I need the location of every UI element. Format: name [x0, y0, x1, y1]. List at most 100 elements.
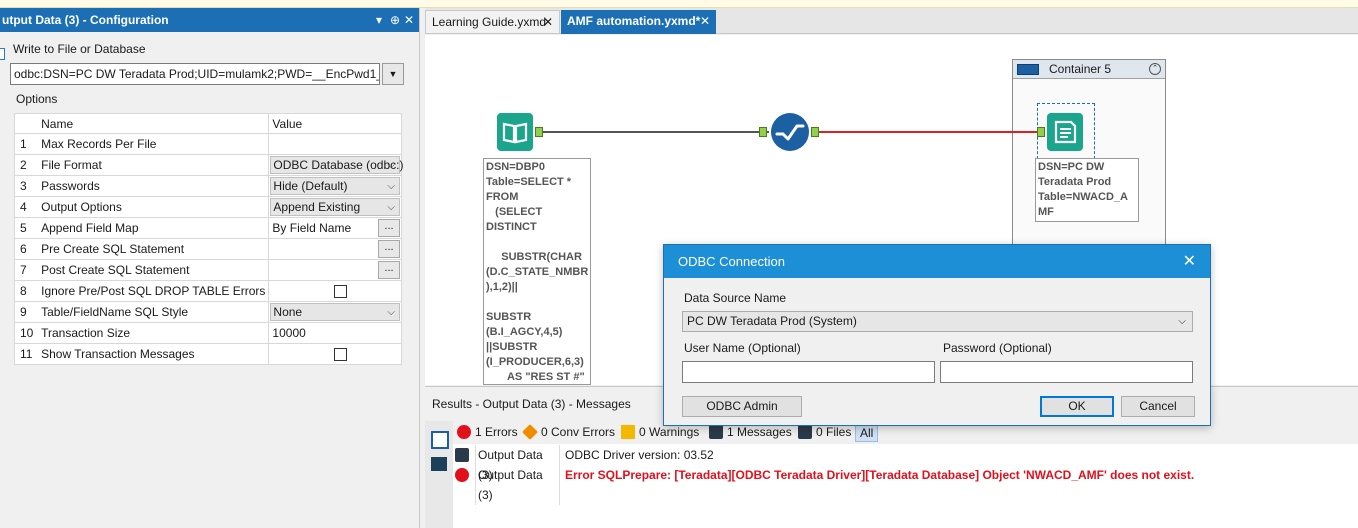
header-num [14, 113, 39, 134]
post-create-sql-cell: ... [268, 259, 402, 281]
row-num: 6 [14, 238, 39, 260]
close-icon[interactable]: ✕ [543, 11, 553, 33]
input-data-tool[interactable] [497, 113, 533, 151]
message-row[interactable]: Output Data (3) ODBC Driver version: 03.… [453, 445, 1358, 485]
message-icon [709, 425, 723, 439]
dialog-title: ODBC Connection [678, 254, 785, 269]
file-format-select[interactable]: ODBC Database (odbc:) ⌵ [270, 156, 403, 174]
append-field-map-value: By Field Name [272, 221, 352, 235]
odbc-admin-button[interactable]: ODBC Admin [682, 396, 802, 417]
passwords-value: Hide (Default) [273, 179, 348, 193]
option-row-passwords[interactable]: 3 Passwords Hide (Default) ⌵ [14, 175, 402, 197]
container-toggle-icon[interactable] [1017, 64, 1039, 75]
tab-learning-guide[interactable]: Learning Guide.yxmd ✕ [425, 10, 560, 34]
output-options-value: Append Existing [273, 200, 361, 214]
close-icon[interactable]: ✕ [1183, 245, 1196, 278]
messages-view-icon[interactable] [431, 431, 449, 449]
pin-icon[interactable]: ⊕ [390, 8, 400, 32]
transaction-size-input[interactable]: 10000 [268, 322, 402, 344]
show-transaction-messages-checkbox[interactable] [334, 348, 348, 362]
dsn-value: PC DW Teradata Prod (System) [687, 314, 857, 328]
sql-style-value: None [273, 305, 303, 319]
conversion-error-icon [522, 424, 538, 440]
message-icon [455, 448, 469, 462]
output-options-select[interactable]: Append Existing ⌵ [270, 198, 400, 216]
output-data-tool[interactable] [1047, 113, 1083, 151]
output-options-cell: Append Existing ⌵ [268, 196, 402, 218]
error-icon [455, 468, 469, 482]
output-anchor[interactable] [535, 127, 543, 137]
header-name: Name [38, 113, 270, 134]
collapse-icon[interactable]: ⌃ [1149, 63, 1161, 75]
row-num: 7 [14, 259, 39, 281]
results-sidebar [425, 421, 453, 528]
container-header[interactable]: Container 5 ⌃ [1013, 60, 1165, 79]
max-records-input[interactable] [268, 133, 402, 155]
chevron-down-icon[interactable]: ▾ [376, 8, 382, 32]
option-row-pre-create-sql[interactable]: 6 Pre Create SQL Statement ... [14, 238, 402, 260]
option-row-max-records[interactable]: 1 Max Records Per File [14, 133, 402, 155]
row-num: 8 [14, 280, 39, 302]
top-strip [0, 0, 1358, 8]
tab-label: Learning Guide.yxmd [432, 15, 547, 29]
container-title: Container 5 [1049, 62, 1112, 76]
pre-create-sql-button[interactable]: ... [378, 240, 400, 258]
option-row-append-field-map[interactable]: 5 Append Field Map By Field Name ... [14, 217, 402, 239]
chevron-down-icon: ⌵ [1178, 316, 1186, 327]
option-row-post-create-sql[interactable]: 7 Post Create SQL Statement ... [14, 259, 402, 281]
file-icon [798, 425, 812, 439]
filter-conv-errors-label: 0 Conv Errors [541, 425, 616, 439]
option-row-ignore-drop-errors[interactable]: 8 Ignore Pre/Post SQL DROP TABLE Errors [14, 280, 402, 302]
password-input[interactable] [940, 361, 1193, 383]
workflow-tab-bar: Learning Guide.yxmd ✕ AMF automation.yxm… [425, 8, 1358, 34]
input-anchor[interactable] [1037, 127, 1045, 137]
row-num: 4 [14, 196, 39, 218]
option-row-sql-style[interactable]: 9 Table/FieldName SQL Style None ⌵ [14, 301, 402, 323]
filter-all[interactable]: All [855, 424, 879, 442]
select-tool[interactable] [771, 113, 809, 151]
output-anchor[interactable] [811, 127, 819, 137]
option-row-transaction-size[interactable]: 10 Transaction Size 10000 [14, 322, 402, 344]
input-annotation: DSN=DBP0 Table=SELECT * FROM (SELECT DIS… [483, 158, 591, 385]
passwords-cell: Hide (Default) ⌵ [268, 175, 402, 197]
option-row-output-options[interactable]: 4 Output Options Append Existing ⌵ [14, 196, 402, 218]
message-tool: Output Data (3) [475, 465, 560, 505]
connection-dropdown-button[interactable]: ▼ [382, 63, 404, 85]
filter-files-label: 0 Files [816, 425, 852, 439]
dsn-select[interactable]: PC DW Teradata Prod (System) ⌵ [682, 311, 1193, 332]
tab-amf-automation[interactable]: AMF automation.yxmd* ✕ [561, 10, 716, 34]
sql-style-cell: None ⌵ [268, 301, 402, 323]
ignore-drop-errors-checkbox[interactable] [334, 285, 348, 299]
row-name: Pre Create SQL Statement [38, 238, 270, 260]
tab-label: AMF automation.yxmd* [567, 14, 701, 28]
config-panel-title: utput Data (3) - Configuration ▾ ⊕ ✕ [0, 8, 419, 32]
header-value: Value [268, 113, 402, 134]
input-anchor[interactable] [759, 127, 767, 137]
filter-warnings[interactable]: 0 Warnings [621, 424, 699, 440]
append-field-map-cell: By Field Name ... [268, 217, 402, 239]
results-messages: Output Data (3) ODBC Driver version: 03.… [453, 444, 1358, 528]
filter-files[interactable]: 0 Files [798, 424, 851, 440]
write-option-indicator[interactable] [0, 48, 5, 60]
filter-errors[interactable]: 1 Errors [457, 424, 518, 440]
filter-warnings-label: 0 Warnings [639, 425, 700, 439]
append-field-map-button[interactable]: ... [378, 219, 400, 237]
tag-icon[interactable] [431, 457, 447, 471]
close-icon[interactable]: ✕ [404, 8, 414, 32]
cancel-button[interactable]: Cancel [1121, 396, 1195, 417]
filter-messages[interactable]: 1 Messages [709, 424, 792, 440]
option-row-show-transaction-messages[interactable]: 11 Show Transaction Messages [14, 343, 402, 365]
row-name: Table/FieldName SQL Style [38, 301, 270, 323]
filter-conv-errors[interactable]: 0 Conv Errors [522, 424, 616, 440]
message-row-error[interactable]: Output Data (3) Error SQLPrepare: [Terad… [453, 465, 1358, 505]
ok-button[interactable]: OK [1040, 396, 1114, 417]
close-icon[interactable]: ✕ [700, 10, 710, 32]
sql-style-select[interactable]: None ⌵ [270, 303, 400, 321]
post-create-sql-button[interactable]: ... [378, 261, 400, 279]
username-input[interactable] [682, 361, 935, 383]
row-name: Output Options [38, 196, 270, 218]
row-name: Passwords [38, 175, 270, 197]
passwords-select[interactable]: Hide (Default) ⌵ [270, 177, 400, 195]
connection-string-input[interactable]: odbc:DSN=PC DW Teradata Prod;UID=mulamk2… [10, 63, 380, 85]
option-row-file-format[interactable]: 2 File Format ODBC Database (odbc:) ⌵ [14, 154, 403, 176]
